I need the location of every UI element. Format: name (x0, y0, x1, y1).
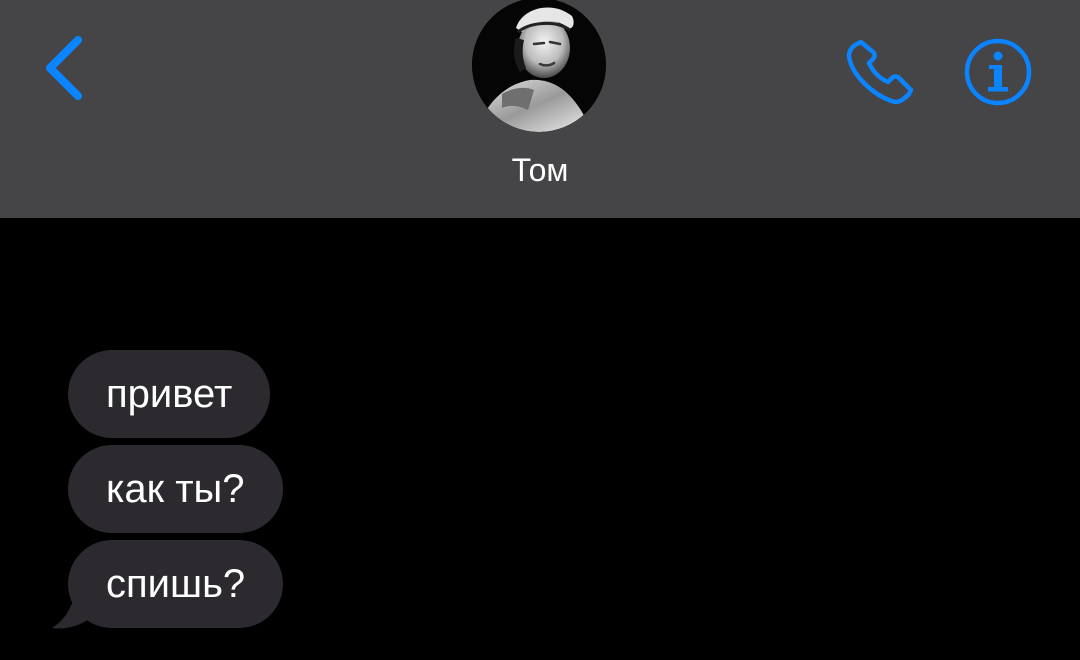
contact-name[interactable]: Том (440, 150, 640, 190)
message-thread: привет как ты? спишь? (0, 218, 1080, 660)
avatar-photo (472, 0, 606, 132)
message-bubble[interactable]: привет (68, 350, 271, 438)
message-bubble[interactable]: как ты? (68, 445, 283, 533)
phone-icon (846, 39, 914, 105)
back-button[interactable] (36, 30, 96, 106)
chat-screen: Том привет как ты? спишь? (0, 0, 1080, 660)
info-button[interactable] (962, 36, 1034, 108)
call-button[interactable] (843, 36, 917, 108)
chevron-left-icon (46, 36, 82, 100)
message-bubble[interactable]: спишь? (68, 540, 284, 628)
info-icon (964, 38, 1032, 106)
chat-header: Том (0, 0, 1080, 218)
contact-avatar[interactable] (472, 0, 606, 132)
